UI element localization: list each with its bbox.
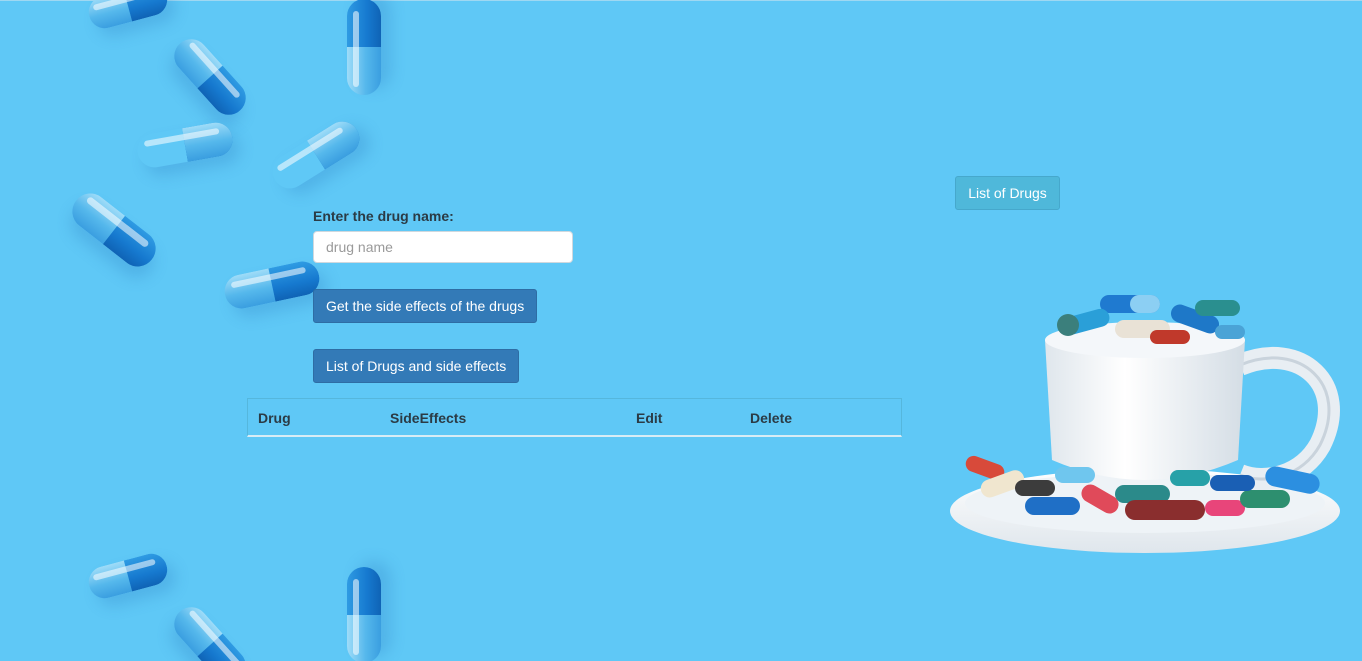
cup-of-pills-illustration xyxy=(950,295,1340,553)
capsule-image xyxy=(135,119,236,170)
list-of-drugs-button[interactable]: List of Drugs xyxy=(955,176,1060,210)
drug-name-input[interactable] xyxy=(313,231,573,263)
top-border xyxy=(0,0,1362,1)
column-header-edit: Edit xyxy=(636,410,663,426)
capsule-image xyxy=(221,258,323,312)
capsule-image xyxy=(347,0,381,95)
capsule-image xyxy=(167,600,253,661)
drugs-table: Drug SideEffects Edit Delete xyxy=(247,398,902,437)
capsule-image xyxy=(85,0,171,32)
column-header-drug: Drug xyxy=(258,410,291,426)
get-side-effects-button[interactable]: Get the side effects of the drugs xyxy=(313,289,537,323)
capsule-image xyxy=(85,550,171,602)
page: Enter the drug name: Get the side effect… xyxy=(0,0,1362,661)
capsule-image xyxy=(65,186,163,274)
column-header-side-effects: SideEffects xyxy=(390,410,467,426)
capsule-image xyxy=(167,32,253,122)
capsule-image xyxy=(347,567,381,661)
list-drugs-side-effects-button[interactable]: List of Drugs and side effects xyxy=(313,349,519,383)
column-header-delete: Delete xyxy=(750,410,793,426)
drug-name-label: Enter the drug name: xyxy=(313,208,454,224)
cup-of-pills-image xyxy=(940,285,1360,585)
capsule-image xyxy=(266,115,366,195)
